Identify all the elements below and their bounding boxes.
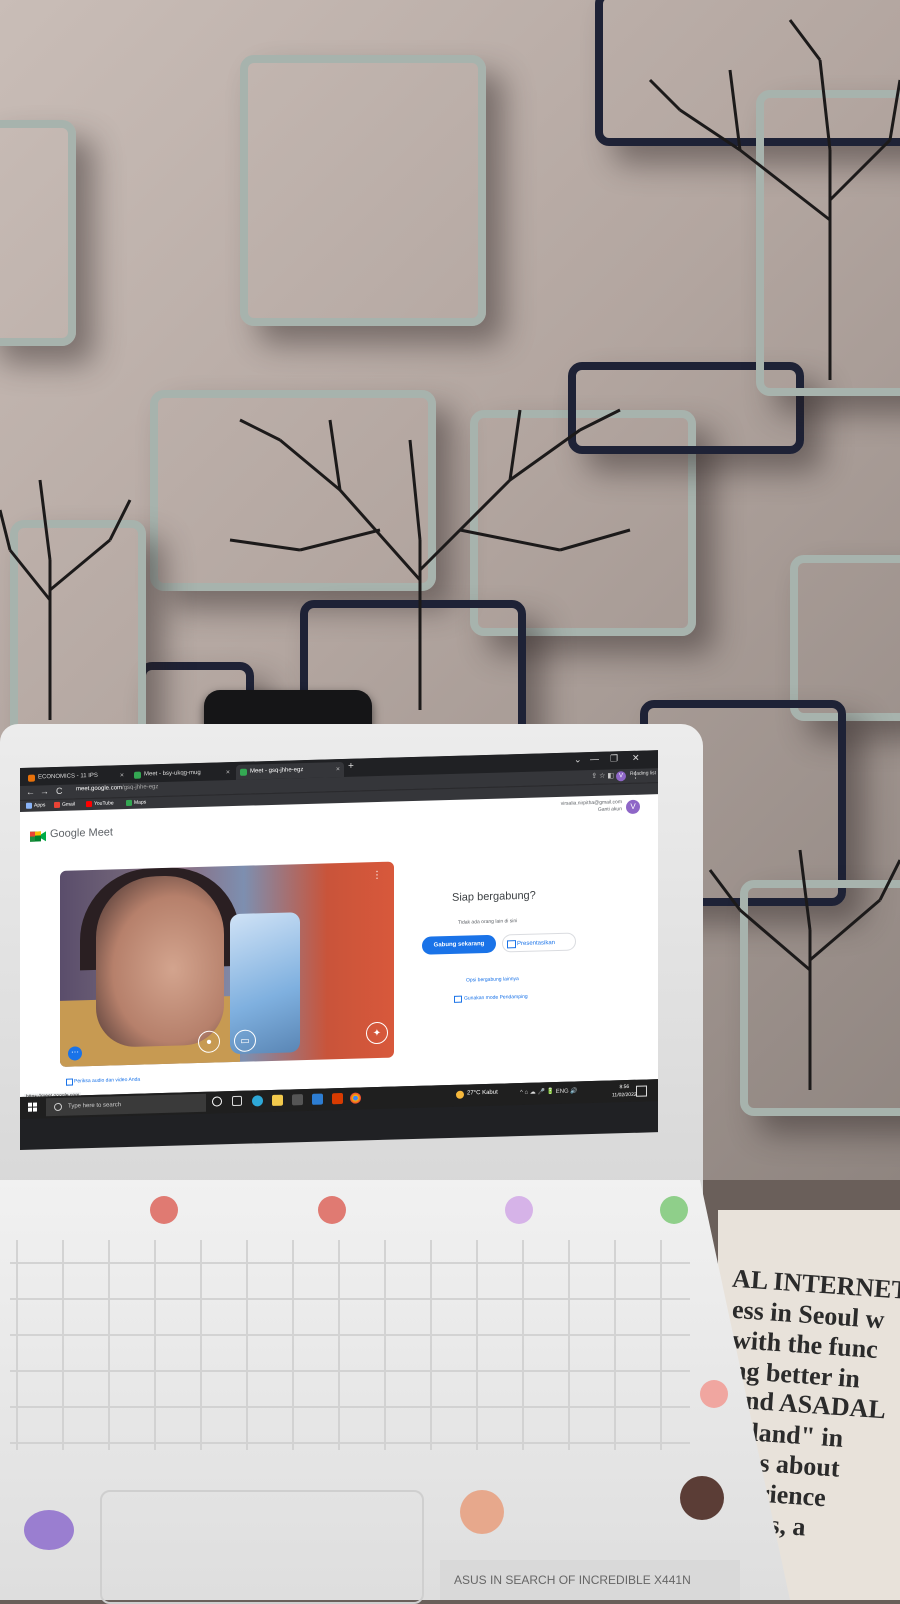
companion-device-icon bbox=[454, 995, 462, 1003]
other-join-options-link[interactable]: Opsi bergabung lainnya bbox=[466, 976, 519, 983]
bookmark-label: Apps bbox=[34, 802, 46, 809]
check-label: Periksa audio dan video Anda bbox=[74, 1076, 141, 1085]
more-options-icon[interactable]: ⋮ bbox=[372, 870, 382, 881]
cortana-icon[interactable] bbox=[212, 1096, 222, 1107]
mail-icon[interactable] bbox=[312, 1093, 323, 1105]
edge-icon[interactable] bbox=[252, 1095, 263, 1107]
maps-icon bbox=[126, 799, 132, 807]
brand-plate: ASUS IN SEARCH OF INCREDIBLE X441N bbox=[440, 1560, 740, 1600]
sticker bbox=[318, 1196, 346, 1224]
clock-date: 11/02/2022 bbox=[612, 1091, 637, 1099]
check-audio-video-link[interactable]: Periksa audio dan video Anda bbox=[66, 1076, 141, 1086]
bookmark-apps[interactable]: Apps bbox=[26, 802, 45, 809]
tree-pattern-icon bbox=[708, 849, 900, 1090]
present-button[interactable]: Presentasikan bbox=[502, 932, 576, 953]
chrome-icon[interactable] bbox=[350, 1092, 361, 1104]
no-one-here-text: Tidak ada orang lain di sini bbox=[458, 918, 518, 926]
gmail-icon bbox=[54, 801, 60, 809]
restore-button[interactable]: ❐ bbox=[610, 753, 618, 764]
new-tab-button[interactable]: + bbox=[348, 761, 354, 772]
apps-grid-icon bbox=[26, 802, 32, 809]
notification-icon[interactable] bbox=[636, 1085, 647, 1097]
join-now-button[interactable]: Gabung sekarang bbox=[422, 934, 496, 955]
sticker bbox=[460, 1490, 504, 1534]
forward-button[interactable]: → bbox=[40, 786, 49, 796]
store-icon[interactable] bbox=[292, 1094, 303, 1106]
taskbar-search-input[interactable]: Type here to search bbox=[46, 1093, 206, 1117]
preview-face bbox=[96, 874, 224, 1048]
task-view-icon[interactable] bbox=[232, 1095, 242, 1107]
bookmark-maps[interactable]: Maps bbox=[126, 799, 147, 807]
account-avatar[interactable]: V bbox=[626, 799, 640, 815]
tree-pattern-icon bbox=[229, 408, 631, 710]
bookmark-label: YouTube bbox=[94, 800, 114, 807]
sparkle-icon: ✦ bbox=[372, 1027, 382, 1040]
tab-search-icon[interactable]: ⌄ bbox=[574, 754, 582, 765]
ready-to-join-title: Siap bergabung? bbox=[452, 889, 536, 904]
taskbar-clock[interactable]: 8:56 11/02/2022 bbox=[612, 1083, 637, 1100]
sticker bbox=[660, 1196, 688, 1224]
bookmark-gmail[interactable]: Gmail bbox=[54, 801, 76, 809]
url-field[interactable]: meet.google.com/gsq-jhhe-egz bbox=[76, 784, 158, 792]
extension-icons[interactable]: ⇪ ☆ ◧ bbox=[591, 771, 614, 780]
bookmark-label: Maps bbox=[134, 799, 147, 806]
url-path: /gsq-jhhe-egz bbox=[122, 784, 159, 792]
office-icon[interactable] bbox=[332, 1092, 343, 1105]
profile-avatar[interactable]: V bbox=[616, 771, 626, 782]
present-label: Presentasikan bbox=[517, 940, 556, 948]
sticker bbox=[505, 1196, 533, 1224]
camera-preview: ⋮ ● ▭ ✦ ⋯ bbox=[60, 861, 394, 1067]
file-explorer-icon[interactable] bbox=[272, 1094, 283, 1106]
classroom-icon bbox=[28, 774, 35, 782]
reading-list-button[interactable]: Reading list bbox=[630, 770, 656, 777]
weather-text: 27°C Kabut bbox=[467, 1089, 498, 1097]
tab-label: Meet - bsy-ukqg-mug bbox=[144, 769, 201, 778]
windows-start-icon[interactable] bbox=[28, 1102, 38, 1112]
close-window-button[interactable]: ✕ bbox=[632, 753, 640, 764]
check-device-icon bbox=[66, 1078, 73, 1086]
system-tray[interactable]: ^ ⌂ ☁ 🎤 🔋 ENG 🔊 bbox=[520, 1087, 578, 1096]
search-icon bbox=[54, 1102, 62, 1112]
minimize-button[interactable]: — bbox=[590, 754, 599, 764]
meet-icon bbox=[134, 771, 141, 779]
meet-icon bbox=[240, 768, 247, 776]
companion-mode-link[interactable]: Gunakan mode Pendamping bbox=[454, 993, 528, 1003]
bookmark-label: Gmail bbox=[62, 801, 76, 808]
tab-label: Meet - gsq-jhhe-egz bbox=[250, 767, 304, 775]
laptop-screen: ECONOMICS - 11 IPS × Meet - bsy-ukqg-mug… bbox=[20, 750, 658, 1150]
reload-button[interactable]: C bbox=[56, 786, 63, 796]
meet-page: Google Meet virsalia.nirpitha@gmail.com … bbox=[20, 794, 658, 1100]
google-meet-logo-icon bbox=[30, 831, 46, 842]
touchpad bbox=[100, 1490, 424, 1604]
camera-icon: ▭ bbox=[240, 1035, 250, 1047]
url-host: meet.google.com bbox=[76, 785, 123, 793]
companion-label: Gunakan mode Pendamping bbox=[464, 993, 528, 1002]
sticker bbox=[24, 1510, 74, 1550]
account-info: virsalia.nirpitha@gmail.com Ganti akun bbox=[561, 799, 622, 815]
close-icon[interactable]: × bbox=[226, 765, 230, 780]
sticker bbox=[700, 1380, 728, 1408]
close-icon[interactable]: × bbox=[120, 768, 124, 783]
microphone-icon: ● bbox=[205, 1036, 213, 1048]
back-button[interactable]: ← bbox=[26, 787, 35, 797]
present-screen-icon bbox=[507, 940, 516, 949]
bookmark-youtube[interactable]: YouTube bbox=[86, 800, 114, 808]
sticker bbox=[680, 1476, 724, 1520]
close-icon[interactable]: × bbox=[336, 762, 340, 777]
keyboard bbox=[10, 1240, 690, 1450]
tree-pattern-icon bbox=[0, 479, 132, 720]
tree-pattern-icon bbox=[648, 19, 900, 380]
search-placeholder: Type here to search bbox=[68, 1102, 122, 1110]
youtube-icon bbox=[86, 800, 92, 808]
brand-name: Google Meet bbox=[50, 826, 113, 841]
weather-widget[interactable]: 27°C Kabut bbox=[456, 1089, 498, 1099]
visual-effects-button[interactable]: ✦ bbox=[366, 1021, 388, 1045]
weather-sun-icon bbox=[456, 1090, 464, 1099]
tab-label: ECONOMICS - 11 IPS bbox=[38, 772, 98, 781]
sticker bbox=[150, 1196, 178, 1224]
